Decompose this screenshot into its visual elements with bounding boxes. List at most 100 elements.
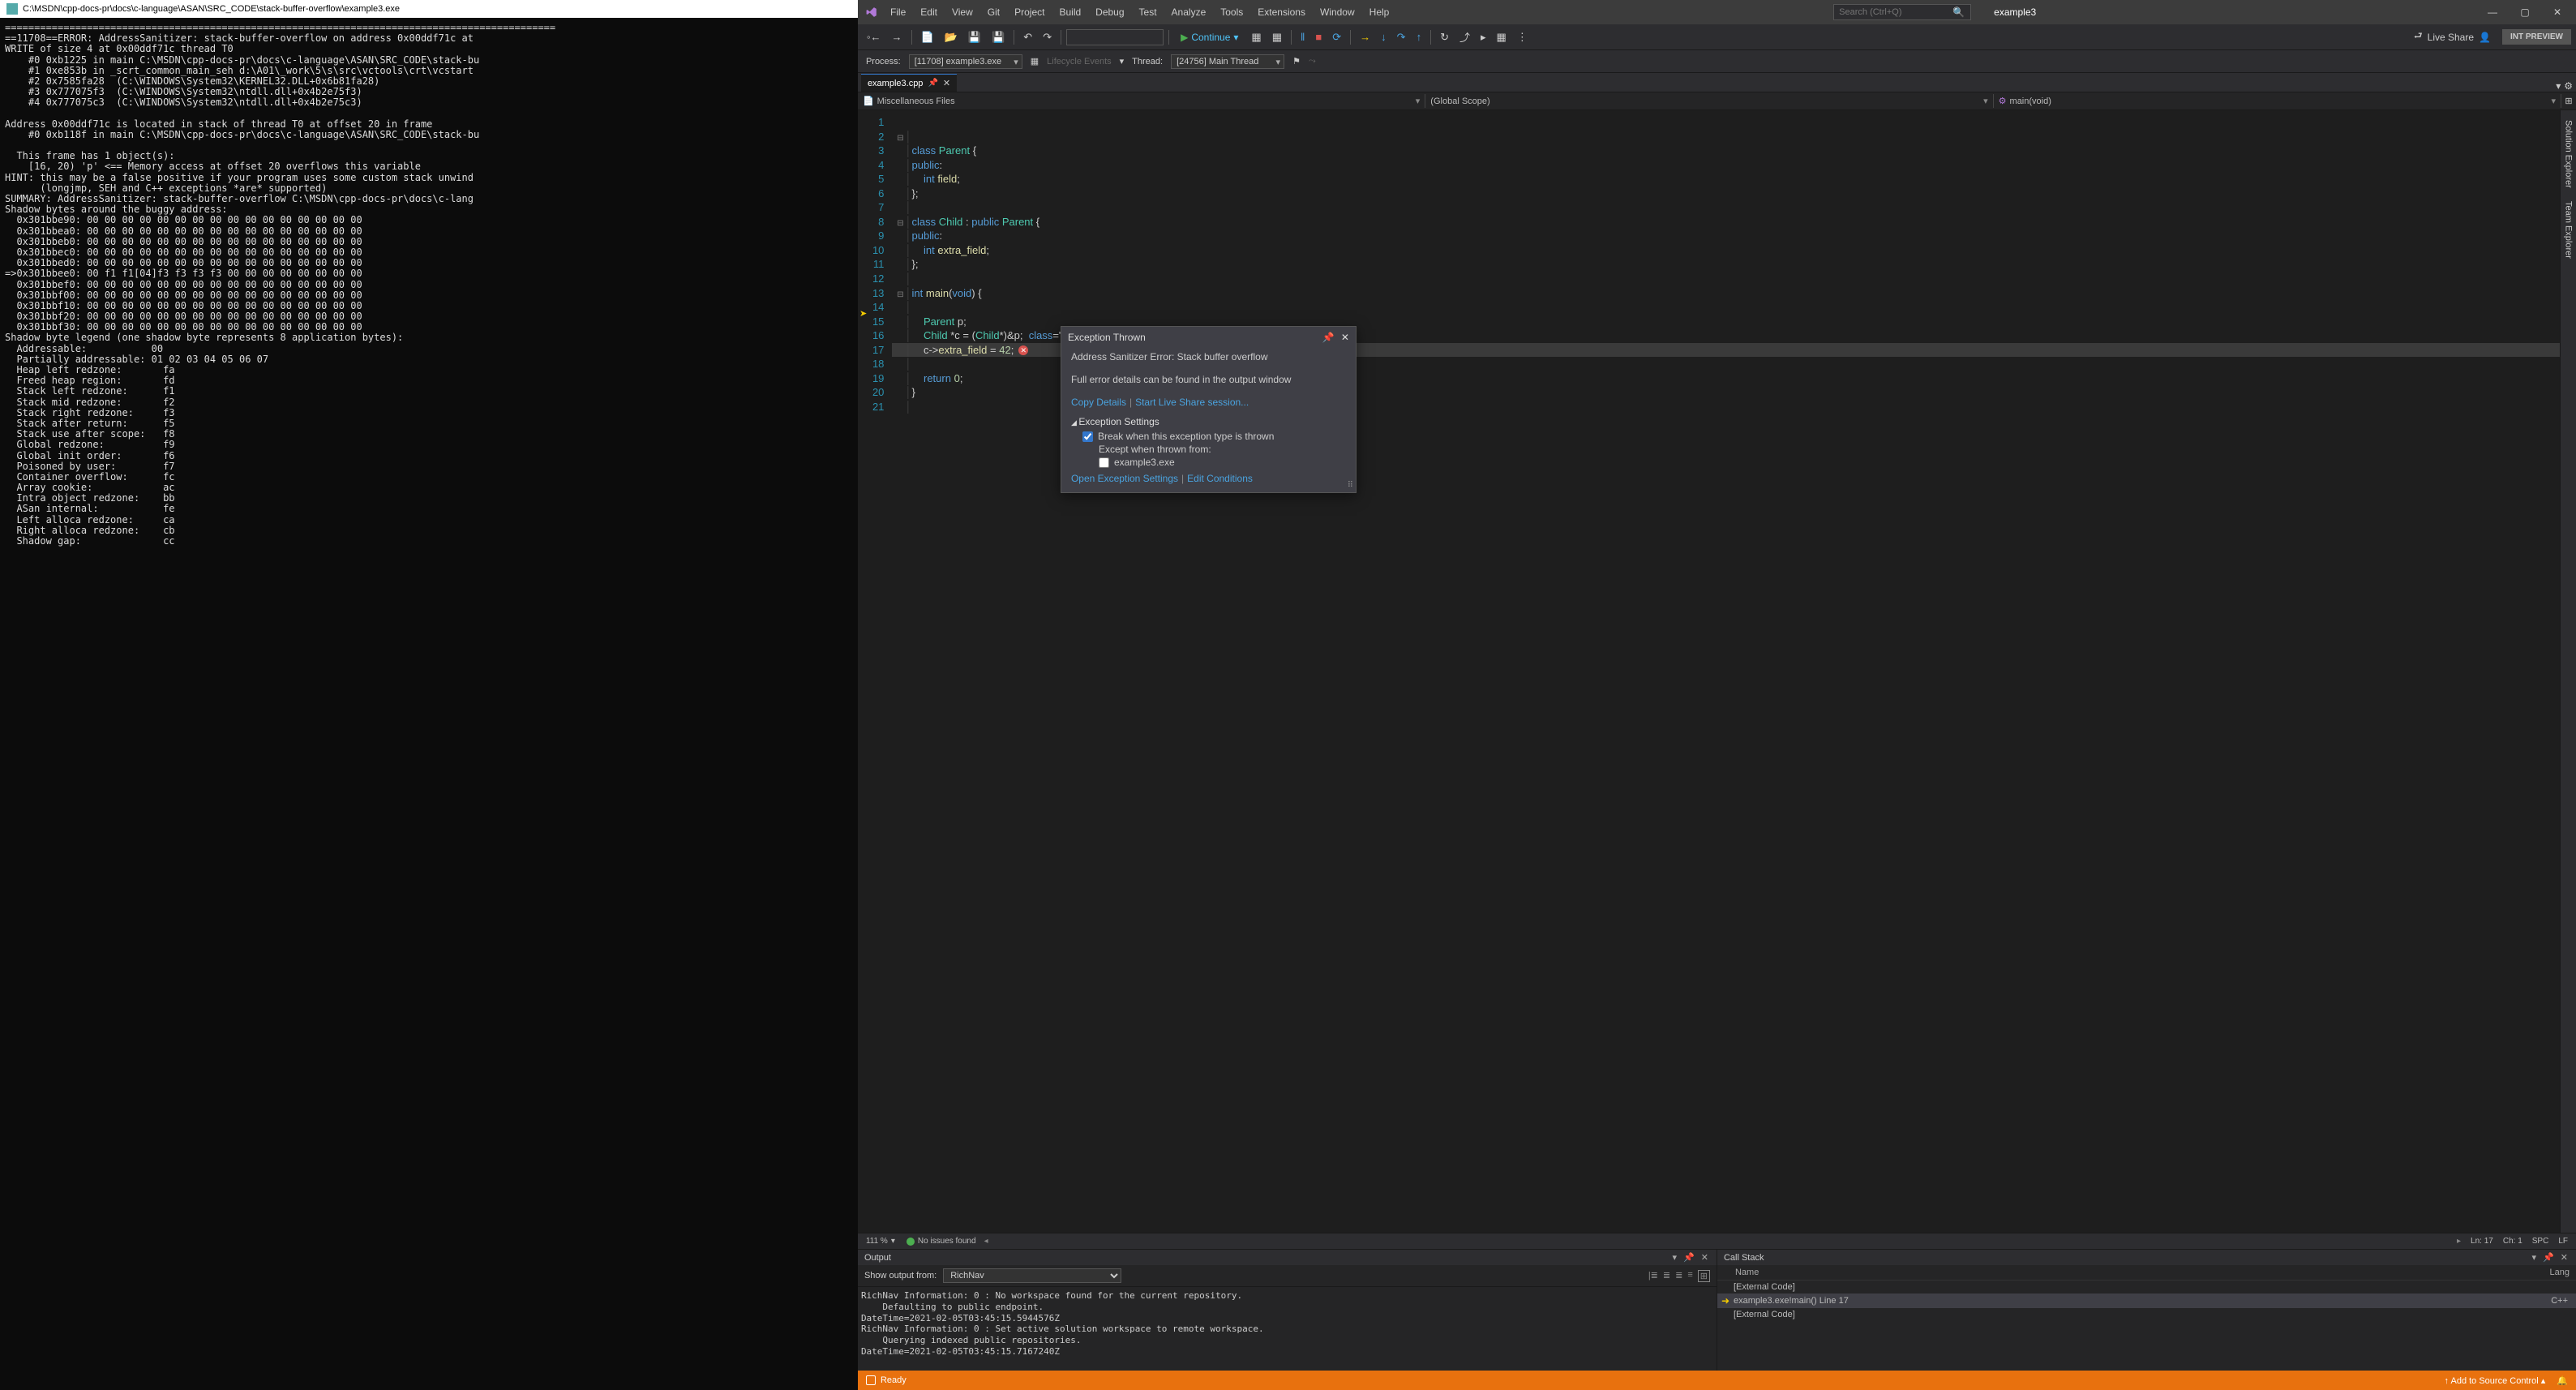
copy-details-link[interactable]: Copy Details (1071, 397, 1126, 408)
zoom-level[interactable]: 111 %▾ (866, 1237, 895, 1246)
step-out-button[interactable]: ↑ (1412, 28, 1426, 45)
panel-pin-icon[interactable]: 📌 (2541, 1252, 2556, 1263)
show-next-stmt-button[interactable]: → (1356, 28, 1374, 45)
code-line[interactable]: │ (892, 200, 2560, 215)
tab-settings-icon[interactable]: ⚙ (2564, 80, 2573, 92)
tb-misc-2[interactable]: ⤴ (1455, 27, 1474, 47)
close-popup-icon[interactable]: ✕ (1341, 332, 1349, 343)
search-input[interactable] (1839, 7, 1952, 17)
output-source-combo[interactable]: RichNav (943, 1268, 1121, 1283)
save-button[interactable]: 💾 (964, 28, 985, 46)
menu-view[interactable]: View (945, 3, 979, 21)
code-line[interactable]: │}; (892, 257, 2560, 272)
team-explorer-tab[interactable]: Team Explorer (2562, 195, 2575, 265)
menu-tools[interactable]: Tools (1214, 3, 1249, 21)
tb-misc-3[interactable]: ▸ (1477, 28, 1490, 46)
menu-debug[interactable]: Debug (1089, 3, 1130, 21)
menu-help[interactable]: Help (1363, 3, 1396, 21)
save-all-button[interactable]: 💾 (988, 28, 1009, 46)
code-line[interactable]: │ (892, 272, 2560, 286)
panel-close-icon[interactable]: ✕ (1699, 1252, 1710, 1263)
split-view-icon[interactable]: ⊞ (2561, 96, 2576, 106)
solution-explorer-tab[interactable]: Solution Explorer (2562, 114, 2575, 195)
output-tb-icon-4[interactable]: ≡ (1687, 1270, 1692, 1282)
tb-misc-5[interactable]: ⋮ (1513, 28, 1532, 46)
lifecycle-icon[interactable]: ▦ (1031, 56, 1039, 66)
thread-nav-icon[interactable]: ⤳ (1309, 56, 1316, 66)
tb-misc-1[interactable]: ↻ (1436, 28, 1453, 46)
pin-popup-icon[interactable]: 📌 (1322, 332, 1335, 343)
tb-misc-4[interactable]: ▦ (1493, 28, 1511, 46)
undo-button[interactable]: ↶ (1019, 28, 1036, 46)
scope-project[interactable]: 📄Miscellaneous Files (858, 94, 1425, 108)
thread-combo[interactable]: [24756] Main Thread (1171, 54, 1284, 69)
error-indicator[interactable]: No issues found (907, 1237, 976, 1246)
open-file-button[interactable]: 📂 (941, 28, 962, 46)
nav-back-button[interactable]: ◦← (863, 28, 885, 45)
callstack-row[interactable]: [External Code] (1717, 1308, 2576, 1321)
code-line[interactable]: │public: (892, 229, 2560, 243)
code-line[interactable]: ⊟│int main(void) { (892, 286, 2560, 301)
open-exception-settings-link[interactable]: Open Exception Settings (1071, 473, 1178, 484)
tb-icon-2[interactable]: ▦ (1268, 28, 1286, 46)
tab-example3[interactable]: example3.cpp 📌 ✕ (861, 74, 957, 92)
break-all-button[interactable]: ‖ (1297, 28, 1309, 45)
feedback-icon[interactable]: 👤 (2479, 32, 2491, 43)
stackframe-icon[interactable]: ⚑ (1292, 56, 1301, 66)
menu-project[interactable]: Project (1008, 3, 1051, 21)
code-line[interactable]: ⊟│ (892, 130, 2560, 144)
close-tab-icon[interactable]: ✕ (943, 78, 950, 88)
panel-dropdown-icon[interactable]: ▾ (2531, 1252, 2539, 1263)
except-from-item[interactable]: example3.exe (1099, 457, 1346, 468)
edit-conditions-link[interactable]: Edit Conditions (1187, 473, 1253, 484)
tab-dropdown-icon[interactable]: ▾ (2556, 80, 2561, 92)
restart-button[interactable]: ⟳ (1328, 28, 1345, 46)
panel-dropdown-icon[interactable]: ▾ (1671, 1252, 1679, 1263)
code-text-area[interactable]: ⊟│ │class Parent { │public: │ int field;… (892, 110, 2560, 1233)
output-tb-icon-2[interactable]: ≣ (1663, 1270, 1670, 1282)
callstack-row[interactable]: [External Code] (1717, 1281, 2576, 1293)
code-line[interactable]: │public: (892, 158, 2560, 173)
panel-close-icon[interactable]: ✕ (2559, 1252, 2570, 1263)
menu-extensions[interactable]: Extensions (1251, 3, 1312, 21)
output-tb-icon-3[interactable]: ≣ (1675, 1270, 1682, 1282)
menu-git[interactable]: Git (981, 3, 1006, 21)
code-line[interactable]: ⊟│class Child : public Parent { (892, 215, 2560, 230)
maximize-button[interactable]: ▢ (2513, 3, 2537, 21)
menu-window[interactable]: Window (1314, 3, 1361, 21)
quick-search[interactable]: 🔍 (1833, 4, 1971, 20)
console-output[interactable]: ========================================… (0, 18, 858, 1390)
break-on-throw-checkbox[interactable]: Break when this exception type is thrown (1082, 431, 1346, 442)
process-combo[interactable]: [11708] example3.exe (909, 54, 1022, 69)
step-over-button[interactable]: ↷ (1393, 28, 1410, 46)
nav-fwd-button[interactable]: → (888, 28, 907, 45)
callstack-rows[interactable]: [External Code]➜example3.exe!main() Line… (1717, 1281, 2576, 1371)
code-line[interactable]: │ int extra_field; (892, 243, 2560, 258)
menu-file[interactable]: File (884, 3, 912, 21)
tb-icon-1[interactable]: ▦ (1247, 28, 1265, 46)
exception-settings-header[interactable]: Exception Settings (1071, 416, 1346, 427)
live-share-button[interactable]: Live Share (2428, 32, 2474, 43)
output-tb-icon-1[interactable]: |≣ (1648, 1270, 1658, 1282)
continue-button[interactable]: ▶Continue▾ (1174, 29, 1245, 45)
redo-button[interactable]: ↷ (1039, 28, 1056, 46)
start-liveshare-link[interactable]: Start Live Share session... (1135, 397, 1249, 408)
code-line[interactable]: │}; (892, 187, 2560, 201)
code-line[interactable]: │ (892, 300, 2560, 315)
menu-build[interactable]: Build (1052, 3, 1087, 21)
scope-class[interactable]: (Global Scope) (1425, 94, 1993, 108)
pin-tab-icon[interactable]: 📌 (928, 79, 937, 88)
close-button[interactable]: ✕ (2545, 3, 2570, 21)
config-combo[interactable] (1066, 29, 1164, 45)
notifications-icon[interactable]: 🔔 (2557, 1375, 2568, 1386)
console-titlebar[interactable]: C:\MSDN\cpp-docs-pr\docs\c-language\ASAN… (0, 0, 858, 18)
panel-pin-icon[interactable]: 📌 (1682, 1252, 1696, 1263)
new-item-button[interactable]: 📄 (917, 28, 938, 46)
minimize-button[interactable]: — (2480, 3, 2505, 21)
resize-grip-icon[interactable]: ⠿ (1348, 481, 1353, 490)
output-tb-icon-5[interactable]: ⊞ (1698, 1270, 1710, 1282)
output-text[interactable]: RichNav Information: 0 : No workspace fo… (858, 1287, 1717, 1371)
menu-analyze[interactable]: Analyze (1165, 3, 1213, 21)
code-editor[interactable]: ➤ 123456789101112131415161718192021 ⊟│ │… (858, 110, 2560, 1233)
code-line[interactable]: │class Parent { (892, 144, 2560, 158)
